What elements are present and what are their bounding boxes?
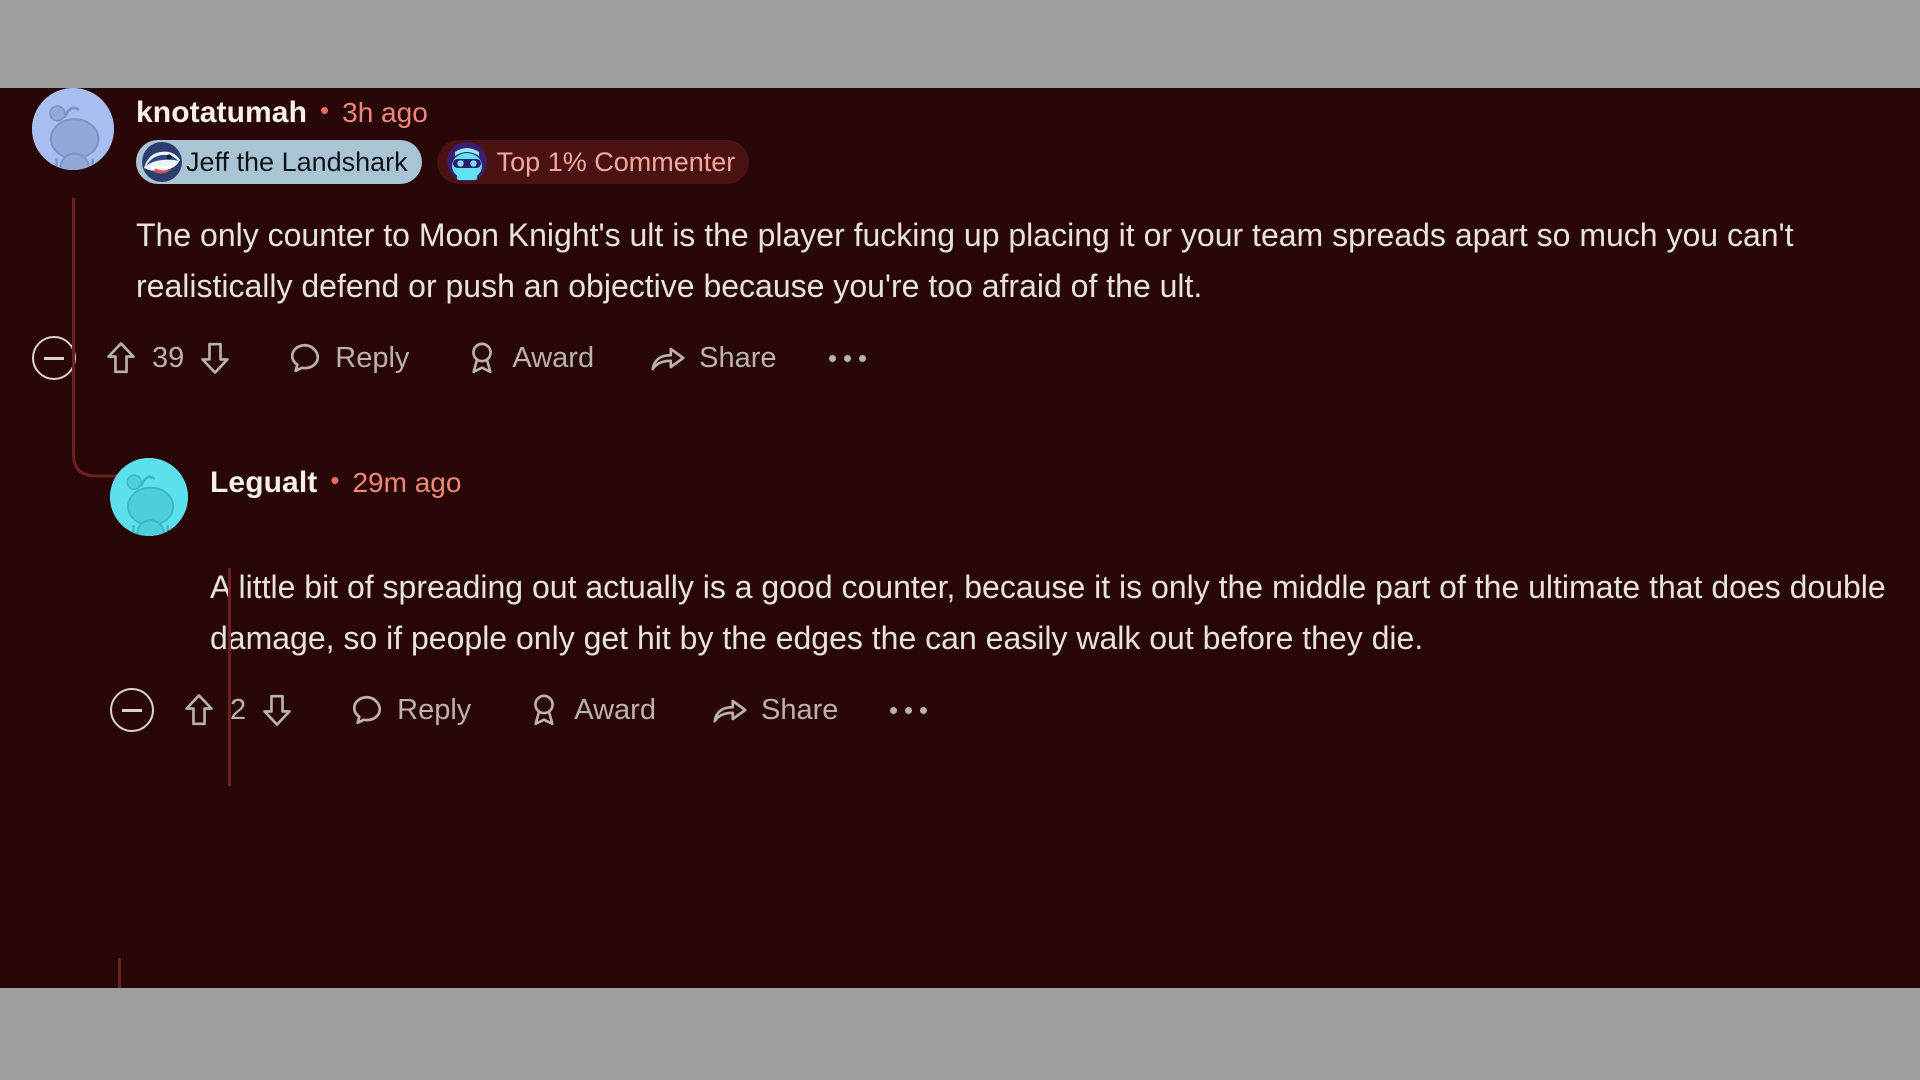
downvote-arrow-icon[interactable] bbox=[198, 333, 232, 383]
reply-button[interactable]: Reply bbox=[288, 333, 409, 383]
snoo-avatar-icon bbox=[32, 88, 114, 170]
top-commenter-snoo-icon bbox=[446, 142, 487, 182]
top-commenter-badge[interactable]: Top 1% Commenter bbox=[436, 140, 750, 184]
thread-continuation-line bbox=[118, 958, 121, 988]
byline-separator: • bbox=[330, 465, 340, 495]
reply-button[interactable]: Reply bbox=[350, 685, 471, 735]
award-ribbon-icon bbox=[534, 694, 555, 726]
comment-body: A little bit of spreading out actually i… bbox=[210, 569, 1886, 657]
comment-thread-item-reply: Legualt • 29m ago A little bit of spread… bbox=[110, 458, 1910, 988]
comment-thread-item-top: knotatumah • 3h ago Jeff the Landshark T… bbox=[32, 88, 1912, 478]
comment-author[interactable]: Legualt bbox=[210, 466, 317, 500]
comment-thread-viewport: knotatumah • 3h ago Jeff the Landshark T… bbox=[0, 88, 1920, 988]
more-dots-icon[interactable] bbox=[823, 333, 872, 383]
share-button[interactable]: Share bbox=[650, 333, 777, 383]
comment-badges: Jeff the Landshark Top 1% Commenter bbox=[136, 140, 750, 184]
user-flair-label: Jeff the Landshark bbox=[186, 146, 408, 177]
share-arrow-icon bbox=[713, 700, 747, 723]
user-flair-badge[interactable]: Jeff the Landshark bbox=[136, 140, 422, 184]
comment-header: Legualt • 29m ago bbox=[110, 458, 1910, 536]
downvote-arrow-icon[interactable] bbox=[260, 685, 294, 735]
top-chrome-bar bbox=[0, 0, 1920, 88]
vote-score: 39 bbox=[152, 341, 185, 374]
upvote-arrow-icon[interactable] bbox=[104, 333, 138, 383]
avatar[interactable] bbox=[32, 88, 114, 170]
thread-collapse-line[interactable] bbox=[228, 568, 231, 786]
minus-circle-icon[interactable] bbox=[110, 688, 154, 733]
reply-label: Reply bbox=[397, 693, 472, 726]
comment-byline: knotatumah • 3h ago bbox=[136, 96, 749, 130]
award-label: Award bbox=[574, 693, 656, 726]
share-label: Share bbox=[760, 693, 839, 726]
comment-action-bar: 39 Reply Award Share bbox=[32, 330, 1912, 386]
share-button[interactable]: Share bbox=[712, 685, 838, 735]
upvote-arrow-icon[interactable] bbox=[182, 685, 216, 735]
comment-action-bar: 2 Reply Award Share bbox=[110, 682, 1910, 738]
comment-timestamp: 29m ago bbox=[352, 467, 462, 498]
award-button[interactable]: Award bbox=[527, 685, 656, 735]
comment-bubble-icon bbox=[353, 696, 382, 725]
award-label: Award bbox=[512, 341, 595, 374]
comment-bubble-icon bbox=[291, 344, 320, 373]
comment-meta: Legualt • 29m ago bbox=[210, 458, 461, 500]
award-button[interactable]: Award bbox=[465, 333, 594, 383]
comment-body: The only counter to Moon Knight's ult is… bbox=[136, 217, 1794, 305]
vote-group: 39 bbox=[104, 333, 232, 383]
snoo-avatar-icon bbox=[110, 458, 188, 536]
vote-group: 2 bbox=[182, 685, 294, 735]
landshark-icon bbox=[142, 142, 182, 182]
award-ribbon-icon bbox=[472, 342, 493, 374]
vote-score: 2 bbox=[230, 693, 247, 726]
bottom-chrome-bar bbox=[0, 988, 1920, 1080]
byline-separator: • bbox=[320, 95, 330, 125]
thread-collapse-line[interactable] bbox=[72, 198, 75, 416]
share-label: Share bbox=[699, 341, 777, 374]
comment-header: knotatumah • 3h ago Jeff the Landshark T… bbox=[32, 88, 1912, 184]
reply-label: Reply bbox=[335, 341, 410, 374]
minus-circle-icon[interactable] bbox=[32, 336, 76, 381]
comment-author[interactable]: knotatumah bbox=[136, 96, 307, 130]
top-commenter-label: Top 1% Commenter bbox=[496, 146, 736, 177]
screen-root: knotatumah • 3h ago Jeff the Landshark T… bbox=[0, 0, 1920, 1080]
comment-meta: knotatumah • 3h ago Jeff the Landshark T… bbox=[136, 88, 750, 184]
share-arrow-icon bbox=[651, 348, 685, 371]
comment-timestamp: 3h ago bbox=[342, 97, 428, 128]
more-dots-icon[interactable] bbox=[884, 685, 933, 735]
avatar[interactable] bbox=[110, 458, 188, 536]
comment-byline: Legualt • 29m ago bbox=[210, 466, 461, 500]
